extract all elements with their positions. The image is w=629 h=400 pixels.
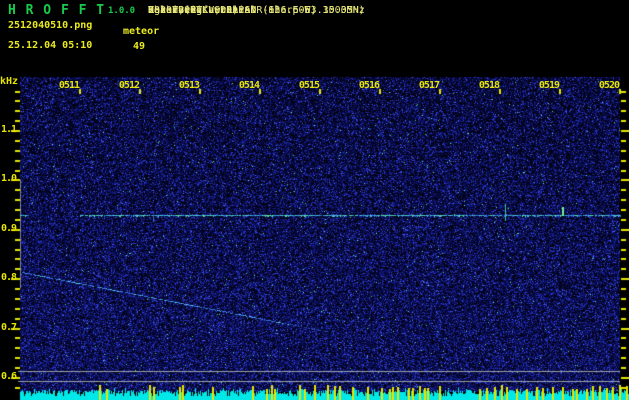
freq-label: 0.9 — [0, 223, 17, 234]
observation-mode: meteor — [123, 26, 160, 37]
time-label: 0512 — [118, 80, 140, 91]
time-label: 0516 — [358, 80, 380, 91]
time-label: 0513 — [178, 80, 200, 91]
hrofft-screen: H R O F F T 1.0.0 2512040510.png meteor … — [0, 0, 629, 400]
time-label: 0518 — [478, 80, 500, 91]
info-value: 2el-HB9CV Vertical (el. E-W) — [148, 5, 317, 16]
time-label: 0520 — [598, 80, 620, 91]
spectrogram-canvas — [0, 0, 629, 400]
output-filename: 2512040510.png — [8, 20, 93, 31]
time-label: 0517 — [418, 80, 440, 91]
freq-label: 1.1 — [0, 124, 17, 135]
freq-label: 0.6 — [0, 371, 17, 382]
meteor-event-count: 49 — [133, 41, 146, 52]
time-label: 0515 — [298, 80, 320, 91]
freq-label: 0.8 — [0, 272, 17, 283]
freq-label: 0.7 — [0, 322, 17, 333]
time-label: 0514 — [238, 80, 260, 91]
app-title: H R O F F T — [8, 3, 106, 18]
freq-label: 1.0 — [0, 173, 17, 184]
time-label: 0511 — [58, 80, 80, 91]
freq-axis-unit: kHz — [0, 76, 19, 87]
observation-datetime: 25.12.04 05:10 — [8, 40, 93, 51]
time-label: 0519 — [538, 80, 560, 91]
app-version: 1.0.0 — [108, 6, 136, 16]
